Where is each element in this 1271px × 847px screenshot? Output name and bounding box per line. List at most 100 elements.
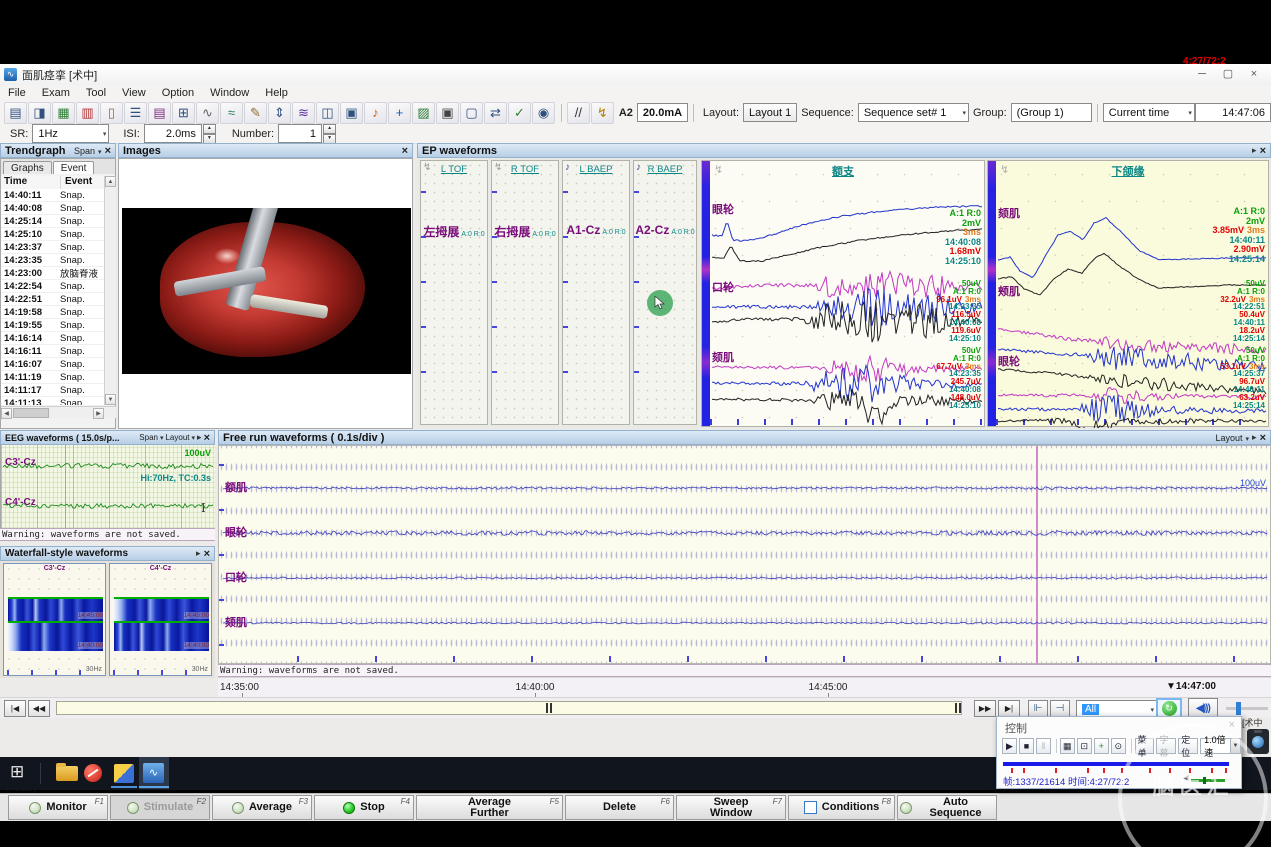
- snapshot-icon[interactable]: ▣: [436, 102, 459, 124]
- pause-button[interactable]: ‖: [1036, 738, 1051, 754]
- scrollbar-thumb[interactable]: [13, 408, 49, 418]
- trace-edit-icon[interactable]: ✎: [244, 102, 267, 124]
- slider-handle[interactable]: [1236, 702, 1241, 715]
- go-start-button[interactable]: |◀: [4, 700, 26, 717]
- timeline[interactable]: 14:35:00 14:40:00 14:45:00 ▼14:47:00: [218, 677, 1271, 697]
- event-row[interactable]: 14:16:11Snap.: [1, 345, 104, 358]
- menu-view[interactable]: View: [114, 87, 154, 99]
- expand-panel-icon[interactable]: [1252, 432, 1257, 443]
- copy-icon[interactable]: ▢: [460, 102, 483, 124]
- isi-field[interactable]: 2.0ms: [144, 124, 202, 143]
- patient-icon[interactable]: ▯: [100, 102, 123, 124]
- layout-button[interactable]: Layout 1: [743, 103, 797, 122]
- expand-panel-icon[interactable]: [197, 432, 202, 443]
- close-panel-icon[interactable]: [204, 432, 210, 444]
- active-app-icon[interactable]: ∿: [139, 757, 169, 789]
- save-icon[interactable]: ▦: [52, 102, 75, 124]
- span-button[interactable]: Span: [139, 433, 158, 442]
- close-panel-icon[interactable]: [105, 145, 111, 157]
- number-stepper[interactable]: ▲▼: [323, 124, 336, 144]
- ep-plot-frontal-branch[interactable]: ↯ 额支 眼轮口轮颏肌A:1 R:02mV3ms14:40:081.68mV14…: [701, 160, 985, 427]
- fkey-average[interactable]: AverageF3: [212, 795, 312, 820]
- menu-button[interactable]: 菜单: [1135, 738, 1155, 754]
- fkey-delete[interactable]: DeleteF6: [565, 795, 674, 820]
- control-volume[interactable]: ◀: [1191, 777, 1231, 783]
- number-field[interactable]: 1: [278, 124, 322, 143]
- event-row[interactable]: 14:40:08Snap.: [1, 202, 104, 215]
- group-value[interactable]: (Group 1): [1011, 103, 1092, 122]
- close-panel-icon[interactable]: [204, 548, 210, 560]
- target-icon[interactable]: +: [388, 102, 411, 124]
- menu-tool[interactable]: Tool: [78, 87, 114, 99]
- scroll-right-icon[interactable]: ▶: [93, 408, 104, 419]
- overlay-icon[interactable]: ≋: [292, 102, 315, 124]
- locate-button[interactable]: 定位: [1178, 738, 1198, 754]
- volume-handle[interactable]: [1203, 777, 1206, 784]
- filter-icon[interactable]: ≈: [220, 102, 243, 124]
- waterfall-c4[interactable]: C4'-Cz 14:45:00 14:40:00 30Hz: [109, 563, 212, 676]
- ep-channel-r-tof[interactable]: ↯R TOF右拇展A:0 R:0: [491, 160, 559, 425]
- event-row[interactable]: 14:22:54Snap.: [1, 280, 104, 293]
- close-panel-icon[interactable]: [1260, 145, 1266, 157]
- zoom-tool-icon[interactable]: ⊙: [1111, 738, 1126, 754]
- image-icon[interactable]: ▨: [412, 102, 435, 124]
- merge-icon[interactable]: ⇄: [484, 102, 507, 124]
- event-row[interactable]: 14:23:37Snap.: [1, 241, 104, 254]
- control-window[interactable]: 控制 × ▶ ■ ‖ ▦ ⊡ + ⊙ 菜单 字幕 定位 1.0倍速 ▼ 帧:13…: [996, 716, 1242, 789]
- camera-widget[interactable]: [1247, 729, 1269, 754]
- subtitle-button[interactable]: 字幕: [1156, 738, 1176, 754]
- surgical-photo[interactable]: [122, 208, 411, 374]
- video-timeline-bar[interactable]: [1003, 762, 1229, 766]
- scroll-down-icon[interactable]: ▼: [105, 394, 116, 405]
- report-icon[interactable]: ▥: [76, 102, 99, 124]
- scroll-up-icon[interactable]: ▲: [105, 176, 116, 187]
- sequence-dropdown[interactable]: Sequence set# 1: [858, 103, 969, 122]
- layout-button[interactable]: Layout: [165, 433, 189, 442]
- event-row[interactable]: 14:22:51Snap.: [1, 293, 104, 306]
- first-average-icon[interactable]: ⊩: [1028, 700, 1048, 717]
- tab-event[interactable]: Event: [53, 161, 95, 174]
- pinned-app-icon[interactable]: [114, 764, 134, 783]
- event-row[interactable]: 14:19:55Snap.: [1, 319, 104, 332]
- stop-button[interactable]: ■: [1019, 738, 1034, 754]
- remote-app-icon[interactable]: [84, 764, 102, 782]
- cascade-icon[interactable]: ▣: [340, 102, 363, 124]
- close-icon[interactable]: ×: [1229, 719, 1235, 731]
- event-row[interactable]: 14:16:14Snap.: [1, 332, 104, 345]
- menu-file[interactable]: File: [0, 87, 34, 99]
- event-row[interactable]: 14:11:19Snap.: [1, 371, 104, 384]
- fkey-stop[interactable]: StopF4: [314, 795, 414, 820]
- file-explorer-icon[interactable]: [56, 766, 78, 781]
- speed-dropdown[interactable]: 1.0倍速 ▼: [1200, 738, 1241, 754]
- ep-plot-mandibular-branch[interactable]: ↯ 下颌缘 颏肌颊肌眼轮A:1 R:02mV3.85mV3ms14:40:112…: [987, 160, 1269, 427]
- play-button[interactable]: ▶: [1002, 738, 1017, 754]
- scale-icon[interactable]: ⇕: [268, 102, 291, 124]
- forward-button[interactable]: ▶▶: [974, 700, 996, 717]
- isi-stepper[interactable]: ▲▼: [203, 124, 216, 144]
- event-row[interactable]: 14:11:13Snap.: [1, 397, 104, 405]
- rewind-button[interactable]: ◀◀: [28, 700, 50, 717]
- waterfall-c3[interactable]: C3'-Cz 14:45:00 14:40:00 30Hz: [3, 563, 106, 676]
- time-mode-dropdown[interactable]: Current time: [1103, 103, 1195, 122]
- fkey-auto-sequence[interactable]: Auto Sequence: [897, 795, 997, 820]
- sr-dropdown[interactable]: 1Hz: [32, 124, 109, 143]
- fkey-stimulate[interactable]: StimulateF2: [110, 795, 210, 820]
- fkey-average-further[interactable]: Average FurtherF5: [416, 795, 563, 820]
- speaker-icon[interactable]: ♪: [364, 102, 387, 124]
- verify-icon[interactable]: ✓: [508, 102, 531, 124]
- ep-channel-l-tof[interactable]: ↯L TOF左拇展A:0 R:0: [420, 160, 488, 425]
- go-end-button[interactable]: ▶|: [998, 700, 1020, 717]
- stim-intensity-value[interactable]: 20.0mA: [637, 103, 688, 122]
- menu-exam[interactable]: Exam: [34, 87, 78, 99]
- fkey-sweep-window[interactable]: Sweep WindowF7: [676, 795, 786, 820]
- event-row[interactable]: 14:16:07Snap.: [1, 358, 104, 371]
- span-button[interactable]: Span: [74, 146, 95, 156]
- start-button[interactable]: ⊞: [10, 762, 24, 782]
- eeg-panel[interactable]: C3'-Cz C4'-Cz 100uV Hi:70Hz, TC:0.3s I: [0, 445, 215, 528]
- event-row[interactable]: 14:11:17Snap.: [1, 384, 104, 397]
- layout-button[interactable]: Layout: [1215, 433, 1242, 443]
- vertical-scrollbar[interactable]: ▲ ▼: [104, 176, 116, 405]
- globe-icon[interactable]: ◉: [532, 102, 555, 124]
- event-row[interactable]: 14:25:10Snap.: [1, 228, 104, 241]
- caliper-icon[interactable]: //: [567, 102, 590, 124]
